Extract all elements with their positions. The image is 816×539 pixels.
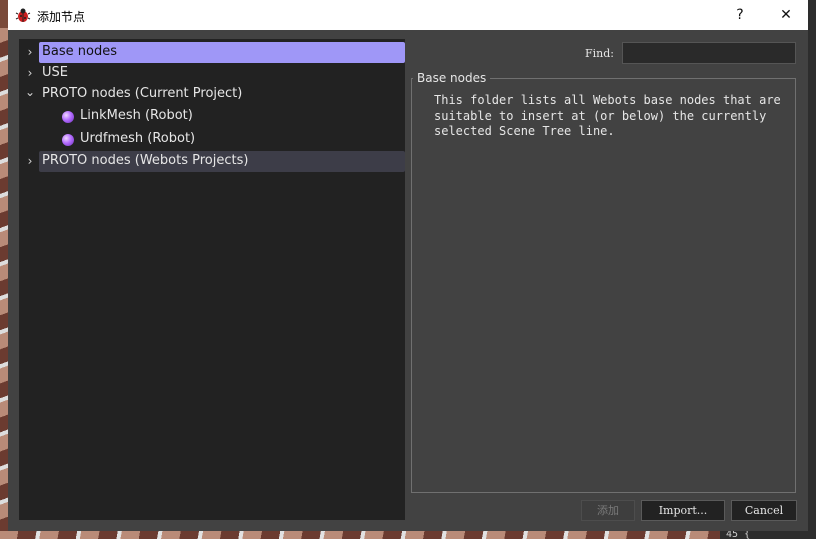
chevron-right-icon[interactable]: › <box>23 42 37 63</box>
import-button[interactable]: Import... <box>641 500 725 521</box>
title-bar: 添加节点 ? ✕ <box>8 0 808 30</box>
node-info-panel <box>411 78 796 493</box>
tree-item-label: LinkMesh (Robot) <box>80 108 193 123</box>
node-tree: › Base nodes › USE ⌄ PROTO nodes (Curren… <box>19 39 405 520</box>
window-title: 添加节点 <box>37 10 86 24</box>
tree-item-urdfmesh[interactable]: Urdfmesh (Robot) <box>19 129 405 150</box>
add-button[interactable]: 添加 <box>581 500 635 521</box>
code-line-number: 45 <box>726 531 739 539</box>
proto-node-bullet-icon <box>62 111 74 123</box>
chevron-right-icon[interactable]: › <box>23 151 37 172</box>
code-line-text: { <box>744 531 751 539</box>
cancel-button[interactable]: Cancel <box>731 500 797 521</box>
tree-item-label: USE <box>42 65 68 80</box>
tree-item-label: Base nodes <box>42 44 118 59</box>
tree-item-label: Urdfmesh (Robot) <box>80 131 196 146</box>
tree-item-use[interactable]: › USE <box>19 63 405 84</box>
info-description: This folder lists all Webots base nodes … <box>434 93 789 138</box>
tree-item-linkmesh[interactable]: LinkMesh (Robot) <box>19 106 405 127</box>
background-code-editor <box>808 0 816 539</box>
add-node-dialog: 添加节点 ? ✕ › Base nodes › USE ⌄ PROTO node… <box>8 0 808 531</box>
webots-bug-icon <box>15 8 31 22</box>
background-code-line: 45 { <box>720 531 816 539</box>
chevron-down-icon[interactable]: ⌄ <box>23 82 37 103</box>
help-button[interactable]: ? <box>718 0 762 30</box>
background-3d-floor <box>0 28 8 539</box>
tree-item-label: PROTO nodes (Current Project) <box>42 86 243 101</box>
close-button[interactable]: ✕ <box>764 0 808 30</box>
find-input[interactable] <box>622 42 796 64</box>
tree-item-proto-webots-projects[interactable]: › PROTO nodes (Webots Projects) <box>19 151 405 172</box>
info-panel-title: Base nodes <box>413 71 491 85</box>
chevron-right-icon[interactable]: › <box>23 63 37 84</box>
tree-item-proto-current-project[interactable]: ⌄ PROTO nodes (Current Project) <box>19 84 405 105</box>
find-label: Find: <box>585 47 614 60</box>
proto-node-bullet-icon <box>62 134 74 146</box>
tree-item-base-nodes[interactable]: › Base nodes <box>19 42 405 63</box>
background-3d-floor-bottom <box>0 531 720 539</box>
tree-item-label: PROTO nodes (Webots Projects) <box>42 153 249 168</box>
